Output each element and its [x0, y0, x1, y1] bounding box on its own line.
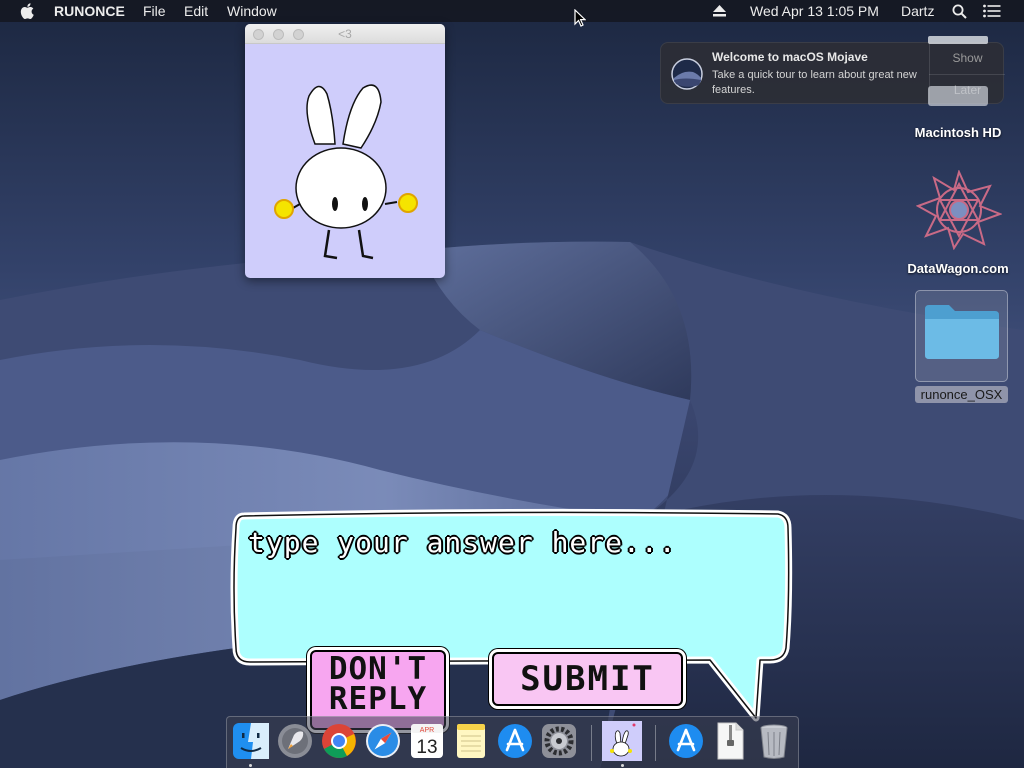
runonce-app-icon[interactable]	[601, 720, 643, 762]
macos-mojave-icon	[671, 58, 703, 90]
app-menu[interactable]: RUNONCE	[54, 3, 125, 19]
dock: APR 13	[226, 716, 799, 768]
dock-divider	[591, 725, 592, 761]
hard-drive-icon[interactable]	[926, 34, 990, 110]
trash-icon[interactable]	[755, 722, 793, 760]
datawagon-logo-icon[interactable]	[916, 170, 1002, 250]
desktop-item-label[interactable]: runonce_OSX	[915, 386, 1008, 403]
notification-body: Take a quick tour to learn about great n…	[712, 69, 917, 96]
menu-bar: RUNONCE File Edit Window Wed Apr 13 1:05…	[0, 0, 1024, 22]
dock-divider	[655, 725, 656, 761]
zip-archive-icon[interactable]	[711, 722, 749, 760]
safari-icon[interactable]	[364, 722, 402, 760]
notes-icon[interactable]	[452, 722, 490, 760]
desktop-item-label[interactable]: DataWagon.com	[900, 261, 1016, 276]
apple-icon[interactable]	[20, 2, 36, 20]
folder-icon	[925, 305, 999, 359]
chrome-icon[interactable]	[320, 722, 358, 760]
running-indicator	[621, 764, 624, 767]
mouse-cursor-icon	[574, 9, 586, 27]
menubar-clock[interactable]: Wed Apr 13 1:05 PM	[750, 3, 879, 19]
bunny-character	[274, 84, 418, 260]
search-icon[interactable]	[952, 4, 967, 19]
answer-input[interactable]	[248, 526, 768, 636]
app-store-icon[interactable]	[496, 722, 534, 760]
bunny-window[interactable]: <3	[245, 24, 445, 278]
system-preferences-icon[interactable]	[540, 722, 578, 760]
menu-file[interactable]: File	[143, 3, 166, 19]
window-titlebar[interactable]: <3	[245, 24, 445, 44]
dont-reply-label: DON'T REPLY	[328, 651, 428, 717]
desktop-folder-runonce[interactable]	[915, 290, 1008, 382]
launchpad-icon[interactable]	[276, 722, 314, 760]
desktop-item-label[interactable]: Macintosh HD	[906, 125, 1010, 140]
calendar-month: APR	[420, 727, 434, 734]
menu-edit[interactable]: Edit	[184, 3, 208, 19]
notification-title: Welcome to macOS Mojave	[712, 50, 868, 64]
app-store-downloads-icon[interactable]	[667, 722, 705, 760]
menubar-user[interactable]: Dartz	[901, 3, 934, 19]
calendar-icon[interactable]: APR 13	[408, 722, 446, 760]
eject-icon[interactable]	[713, 5, 726, 17]
notification-center-icon[interactable]	[983, 4, 1001, 18]
submit-button[interactable]: SUBMIT	[492, 652, 683, 706]
menu-window[interactable]: Window	[227, 3, 277, 19]
finder-icon[interactable]	[232, 722, 270, 760]
running-indicator	[249, 764, 252, 767]
calendar-day: 13	[416, 737, 437, 758]
window-title: <3	[338, 27, 352, 41]
